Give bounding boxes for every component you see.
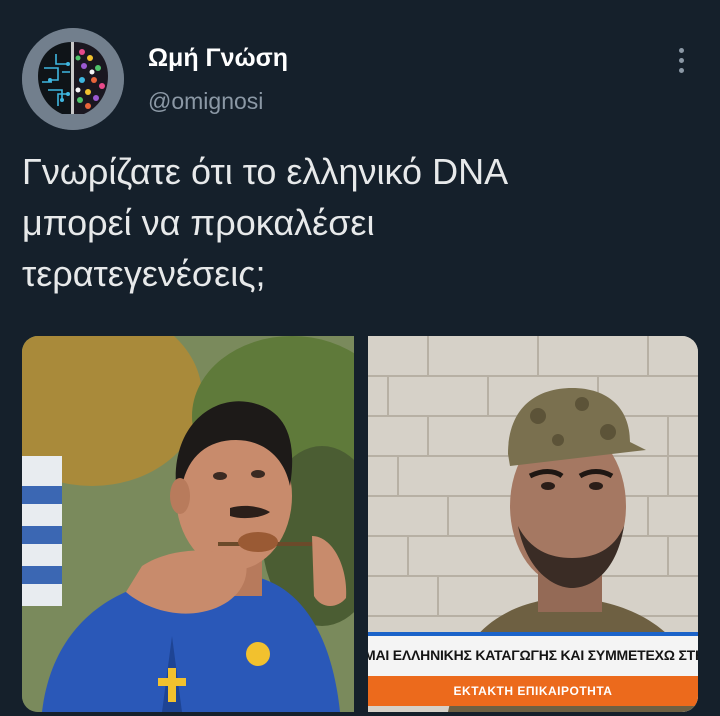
photo-man-eating-souvlaki-icon [22, 336, 354, 712]
news-ticker: ΜΑΙ ΕΛΛΗΝΙΚΗΣ ΚΑΤΑΓΩΓΗΣ ΚΑΙ ΣΥΜΜΕΤΕΧΩ ΣΤ… [368, 632, 698, 676]
breaking-news-text: ΕΚΤΑΚΤΗ ΕΠΙΚΑΙΡΟΤΗΤΑ [453, 684, 613, 698]
brain-logo-avatar-icon [22, 28, 124, 130]
breaking-news-banner: ΕΚΤΑΚΤΗ ΕΠΙΚΑΙΡΟΤΗΤΑ [368, 676, 698, 706]
more-vertical-icon[interactable] [672, 44, 692, 78]
tweet-photo-left[interactable] [22, 336, 354, 712]
author-handle[interactable]: @omignosi [148, 88, 263, 115]
author-display-name[interactable]: Ωμή Γνώση [148, 44, 288, 73]
avatar[interactable] [22, 28, 124, 130]
tweet-photo-right[interactable]: ΜΑΙ ΕΛΛΗΝΙΚΗΣ ΚΑΤΑΓΩΓΗΣ ΚΑΙ ΣΥΜΜΕΤΕΧΩ ΣΤ… [368, 336, 698, 712]
news-ticker-text: ΜΑΙ ΕΛΛΗΝΙΚΗΣ ΚΑΤΑΓΩΓΗΣ ΚΑΙ ΣΥΜΜΕΤΕΧΩ ΣΤ… [368, 647, 698, 663]
tweet-text: Γνωρίζατε ότι το ελληνικό DNA μπορεί να … [22, 151, 509, 294]
